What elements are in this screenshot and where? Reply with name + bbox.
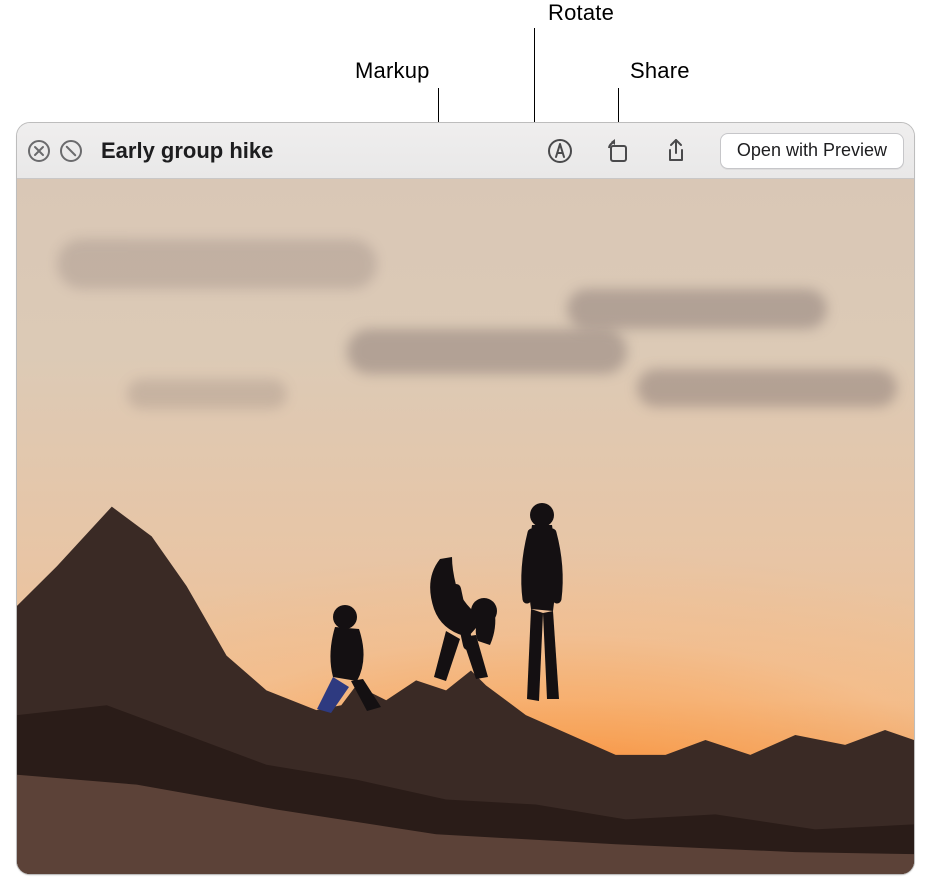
- close-icon[interactable]: [27, 139, 51, 163]
- fullscreen-icon[interactable]: [59, 139, 83, 163]
- person-sitting: [307, 599, 397, 719]
- cloud: [57, 239, 377, 289]
- cloud: [637, 369, 897, 407]
- callout-markup: Markup: [355, 58, 430, 84]
- person-standing: [507, 499, 577, 709]
- callout-line: [534, 28, 535, 132]
- callout-rotate: Rotate: [548, 0, 614, 26]
- cloud: [347, 329, 627, 374]
- cloud: [567, 289, 827, 329]
- open-with-preview-button[interactable]: Open with Preview: [720, 133, 904, 169]
- cloud: [127, 379, 287, 409]
- callout-share: Share: [630, 58, 690, 84]
- rotate-icon[interactable]: [594, 131, 642, 171]
- window-title: Early group hike: [101, 138, 273, 164]
- toolbar: Early group hike Open with: [17, 123, 914, 179]
- quicklook-window: Early group hike Open with: [16, 122, 915, 875]
- photo-content: [17, 179, 914, 874]
- share-icon[interactable]: [652, 131, 700, 171]
- person-bending: [412, 549, 522, 689]
- markup-icon[interactable]: [536, 131, 584, 171]
